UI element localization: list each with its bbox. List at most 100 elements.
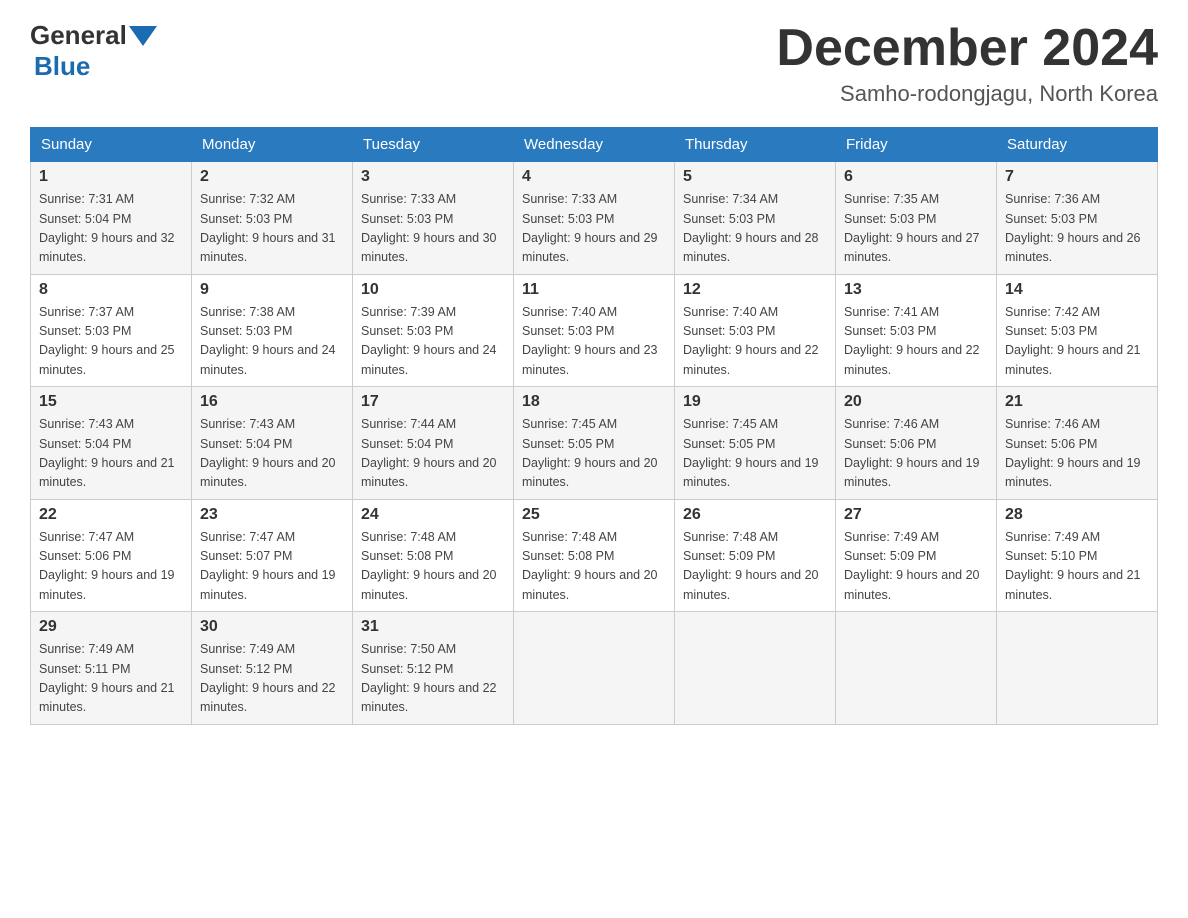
col-tuesday: Tuesday xyxy=(353,128,514,162)
day-number: 9 xyxy=(200,281,344,299)
calendar-week-3: 15Sunrise: 7:43 AMSunset: 5:04 PMDayligh… xyxy=(31,387,1158,500)
calendar-cell xyxy=(675,612,836,725)
day-number: 13 xyxy=(844,281,988,299)
day-info: Sunrise: 7:49 AMSunset: 5:12 PMDaylight:… xyxy=(200,640,344,718)
day-info: Sunrise: 7:34 AMSunset: 5:03 PMDaylight:… xyxy=(683,190,827,268)
calendar-cell: 8 Sunrise: 7:37 AMSunset: 5:03 PMDaylight… xyxy=(31,274,192,387)
day-info: Sunrise: 7:38 AMSunset: 5:03 PMDaylight:… xyxy=(200,303,344,381)
calendar-cell: 12 Sunrise: 7:40 AMSunset: 5:03 PMDayligh… xyxy=(675,274,836,387)
day-number: 2 xyxy=(200,168,344,186)
calendar-cell xyxy=(997,612,1158,725)
calendar-cell: 18 Sunrise: 7:45 AMSunset: 5:05 PMDayligh… xyxy=(514,387,675,500)
day-number: 25 xyxy=(522,506,666,524)
day-number: 21 xyxy=(1005,393,1149,411)
col-monday: Monday xyxy=(192,128,353,162)
day-info: Sunrise: 7:39 AMSunset: 5:03 PMDaylight:… xyxy=(361,303,505,381)
calendar-cell: 6 Sunrise: 7:35 AMSunset: 5:03 PMDaylight… xyxy=(836,162,997,275)
day-number: 28 xyxy=(1005,506,1149,524)
logo-triangle-icon xyxy=(129,26,157,46)
col-saturday: Saturday xyxy=(997,128,1158,162)
day-info: Sunrise: 7:47 AMSunset: 5:07 PMDaylight:… xyxy=(200,528,344,606)
calendar-week-5: 29Sunrise: 7:49 AMSunset: 5:11 PMDayligh… xyxy=(31,612,1158,725)
day-number: 15 xyxy=(39,393,183,411)
calendar-cell: 9 Sunrise: 7:38 AMSunset: 5:03 PMDaylight… xyxy=(192,274,353,387)
day-info: Sunrise: 7:49 AMSunset: 5:09 PMDaylight:… xyxy=(844,528,988,606)
day-info: Sunrise: 7:42 AMSunset: 5:03 PMDaylight:… xyxy=(1005,303,1149,381)
calendar-cell: 15Sunrise: 7:43 AMSunset: 5:04 PMDayligh… xyxy=(31,387,192,500)
day-number: 12 xyxy=(683,281,827,299)
day-info: Sunrise: 7:49 AMSunset: 5:10 PMDaylight:… xyxy=(1005,528,1149,606)
day-number: 19 xyxy=(683,393,827,411)
calendar-week-1: 1Sunrise: 7:31 AMSunset: 5:04 PMDaylight… xyxy=(31,162,1158,275)
day-number: 20 xyxy=(844,393,988,411)
calendar-cell: 7 Sunrise: 7:36 AMSunset: 5:03 PMDaylight… xyxy=(997,162,1158,275)
day-number: 23 xyxy=(200,506,344,524)
calendar-cell: 3 Sunrise: 7:33 AMSunset: 5:03 PMDaylight… xyxy=(353,162,514,275)
day-number: 18 xyxy=(522,393,666,411)
calendar-cell: 19 Sunrise: 7:45 AMSunset: 5:05 PMDayligh… xyxy=(675,387,836,500)
day-info: Sunrise: 7:50 AMSunset: 5:12 PMDaylight:… xyxy=(361,640,505,718)
day-info: Sunrise: 7:33 AMSunset: 5:03 PMDaylight:… xyxy=(522,190,666,268)
logo: General Blue xyxy=(30,20,159,82)
calendar-cell: 24 Sunrise: 7:48 AMSunset: 5:08 PMDayligh… xyxy=(353,499,514,612)
calendar-cell xyxy=(514,612,675,725)
day-number: 7 xyxy=(1005,168,1149,186)
day-info: Sunrise: 7:47 AMSunset: 5:06 PMDaylight:… xyxy=(39,528,183,606)
calendar-cell: 23 Sunrise: 7:47 AMSunset: 5:07 PMDayligh… xyxy=(192,499,353,612)
calendar-cell: 27 Sunrise: 7:49 AMSunset: 5:09 PMDayligh… xyxy=(836,499,997,612)
calendar-cell: 5 Sunrise: 7:34 AMSunset: 5:03 PMDaylight… xyxy=(675,162,836,275)
calendar-cell: 20 Sunrise: 7:46 AMSunset: 5:06 PMDayligh… xyxy=(836,387,997,500)
calendar-week-4: 22 Sunrise: 7:47 AMSunset: 5:06 PMDayligh… xyxy=(31,499,1158,612)
calendar-table: Sunday Monday Tuesday Wednesday Thursday… xyxy=(30,127,1158,725)
calendar-cell: 14 Sunrise: 7:42 AMSunset: 5:03 PMDayligh… xyxy=(997,274,1158,387)
day-number: 4 xyxy=(522,168,666,186)
day-number: 29 xyxy=(39,618,183,636)
calendar-cell: 28 Sunrise: 7:49 AMSunset: 5:10 PMDayligh… xyxy=(997,499,1158,612)
day-info: Sunrise: 7:48 AMSunset: 5:08 PMDaylight:… xyxy=(361,528,505,606)
day-number: 30 xyxy=(200,618,344,636)
logo-text: General xyxy=(30,20,159,51)
day-number: 8 xyxy=(39,281,183,299)
day-info: Sunrise: 7:40 AMSunset: 5:03 PMDaylight:… xyxy=(522,303,666,381)
calendar-cell: 11Sunrise: 7:40 AMSunset: 5:03 PMDayligh… xyxy=(514,274,675,387)
calendar-cell: 22 Sunrise: 7:47 AMSunset: 5:06 PMDayligh… xyxy=(31,499,192,612)
calendar-cell: 17Sunrise: 7:44 AMSunset: 5:04 PMDayligh… xyxy=(353,387,514,500)
day-info: Sunrise: 7:48 AMSunset: 5:08 PMDaylight:… xyxy=(522,528,666,606)
day-number: 22 xyxy=(39,506,183,524)
day-number: 3 xyxy=(361,168,505,186)
calendar-cell: 1Sunrise: 7:31 AMSunset: 5:04 PMDaylight… xyxy=(31,162,192,275)
title-area: December 2024 Samho-rodongjagu, North Ko… xyxy=(776,20,1158,107)
day-number: 26 xyxy=(683,506,827,524)
day-info: Sunrise: 7:41 AMSunset: 5:03 PMDaylight:… xyxy=(844,303,988,381)
calendar-cell: 13 Sunrise: 7:41 AMSunset: 5:03 PMDayligh… xyxy=(836,274,997,387)
day-info: Sunrise: 7:46 AMSunset: 5:06 PMDaylight:… xyxy=(844,415,988,493)
day-info: Sunrise: 7:35 AMSunset: 5:03 PMDaylight:… xyxy=(844,190,988,268)
day-info: Sunrise: 7:37 AMSunset: 5:03 PMDaylight:… xyxy=(39,303,183,381)
day-number: 1 xyxy=(39,168,183,186)
calendar-cell: 26 Sunrise: 7:48 AMSunset: 5:09 PMDayligh… xyxy=(675,499,836,612)
day-number: 24 xyxy=(361,506,505,524)
calendar-cell: 21 Sunrise: 7:46 AMSunset: 5:06 PMDayligh… xyxy=(997,387,1158,500)
day-info: Sunrise: 7:48 AMSunset: 5:09 PMDaylight:… xyxy=(683,528,827,606)
calendar-cell: 25 Sunrise: 7:48 AMSunset: 5:08 PMDayligh… xyxy=(514,499,675,612)
col-sunday: Sunday xyxy=(31,128,192,162)
day-number: 27 xyxy=(844,506,988,524)
day-number: 6 xyxy=(844,168,988,186)
day-number: 14 xyxy=(1005,281,1149,299)
day-info: Sunrise: 7:45 AMSunset: 5:05 PMDaylight:… xyxy=(522,415,666,493)
day-info: Sunrise: 7:46 AMSunset: 5:06 PMDaylight:… xyxy=(1005,415,1149,493)
day-info: Sunrise: 7:45 AMSunset: 5:05 PMDaylight:… xyxy=(683,415,827,493)
page-header: General Blue December 2024 Samho-rodongj… xyxy=(30,20,1158,107)
col-thursday: Thursday xyxy=(675,128,836,162)
day-info: Sunrise: 7:33 AMSunset: 5:03 PMDaylight:… xyxy=(361,190,505,268)
logo-general-text: General xyxy=(30,20,127,51)
day-number: 5 xyxy=(683,168,827,186)
day-number: 17 xyxy=(361,393,505,411)
day-number: 16 xyxy=(200,393,344,411)
day-info: Sunrise: 7:36 AMSunset: 5:03 PMDaylight:… xyxy=(1005,190,1149,268)
day-info: Sunrise: 7:40 AMSunset: 5:03 PMDaylight:… xyxy=(683,303,827,381)
calendar-cell: 29Sunrise: 7:49 AMSunset: 5:11 PMDayligh… xyxy=(31,612,192,725)
calendar-cell: 16Sunrise: 7:43 AMSunset: 5:04 PMDayligh… xyxy=(192,387,353,500)
calendar-cell: 4 Sunrise: 7:33 AMSunset: 5:03 PMDaylight… xyxy=(514,162,675,275)
day-info: Sunrise: 7:32 AMSunset: 5:03 PMDaylight:… xyxy=(200,190,344,268)
